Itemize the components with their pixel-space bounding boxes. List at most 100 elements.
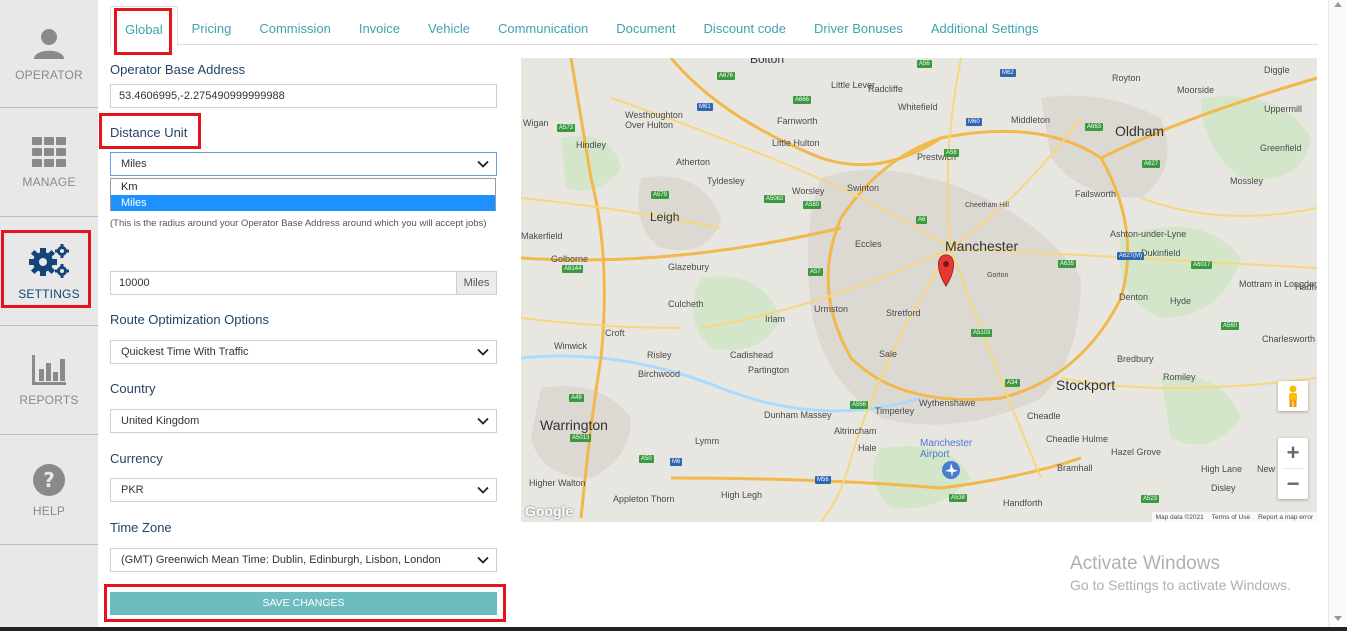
- option-km[interactable]: Km: [111, 179, 495, 195]
- tab-vehicle[interactable]: Vehicle: [414, 6, 484, 45]
- pegman-icon: [1289, 385, 1297, 407]
- scroll-up-icon[interactable]: [1334, 2, 1342, 7]
- base-address-input[interactable]: 53.4606995,-2.275490999999988: [110, 84, 497, 108]
- map-view[interactable]: Bolton Little Lever Radcliffe Royton Moo…: [521, 58, 1317, 522]
- place-label: Over Hulton: [625, 120, 674, 130]
- place-label: Tyldesley: [707, 176, 745, 186]
- bar-chart-icon: [32, 354, 66, 385]
- road-label: A627: [1142, 160, 1161, 168]
- radius-unit-addon: Miles: [456, 271, 497, 295]
- page-scrollbar[interactable]: [1328, 0, 1347, 631]
- svg-text:?: ?: [43, 468, 55, 492]
- option-miles[interactable]: Miles: [111, 195, 495, 211]
- place-label: Farnworth: [777, 116, 818, 126]
- zoom-in-button[interactable]: +: [1278, 438, 1308, 468]
- tab-communication[interactable]: Communication: [484, 6, 602, 45]
- country-label: Country: [110, 381, 156, 396]
- road-label: A627(M): [1117, 252, 1145, 260]
- map-attribution: Map data ©2021 Terms of Use Report a map…: [1151, 512, 1317, 522]
- tab-global[interactable]: Global: [110, 6, 178, 46]
- road-label: A579: [651, 191, 670, 199]
- sidebar-item-operator[interactable]: OPERATOR: [0, 0, 98, 108]
- tab-pricing[interactable]: Pricing: [178, 6, 246, 45]
- road-label: A6144: [562, 265, 584, 273]
- distance-unit-label: Distance Unit: [110, 125, 188, 140]
- report-error-link[interactable]: Report a map error: [1258, 514, 1313, 521]
- distance-unit-select[interactable]: Miles: [110, 152, 497, 176]
- place-label: Gorton: [987, 272, 1009, 279]
- road-label: A50: [639, 455, 654, 463]
- place-label: Uppermill: [1264, 104, 1303, 114]
- main-content: Global Pricing Commission Invoice Vehicl…: [98, 0, 1328, 631]
- country-select[interactable]: United Kingdom: [110, 409, 497, 433]
- sidebar-item-label: OPERATOR: [15, 67, 83, 82]
- road-label: M6: [670, 458, 683, 466]
- road-label: M61: [697, 103, 713, 111]
- sidebar-item-label: MANAGE: [22, 174, 76, 189]
- windows-watermark: Activate Windows Go to Settings to activ…: [1070, 553, 1291, 593]
- app-root: OPERATOR MANAGE SETTINGS REPORTS ? HELP …: [0, 0, 1347, 631]
- place-label: Hadfield: [1295, 282, 1317, 292]
- road-label: A58: [944, 149, 959, 157]
- country-value: United Kingdom: [121, 415, 200, 427]
- place-label: Leigh: [650, 210, 680, 224]
- place-label: Atherton: [676, 157, 711, 167]
- place-label: Westhoughton: [625, 110, 683, 120]
- road-label: A580: [803, 201, 822, 209]
- tab-discount-code[interactable]: Discount code: [690, 6, 800, 45]
- distance-unit-dropdown: Km Miles: [110, 178, 496, 211]
- route-opt-label: Route Optimization Options: [110, 312, 269, 327]
- place-label: High Legh: [721, 490, 763, 500]
- place-label: Handforth: [1003, 498, 1043, 508]
- tab-invoice[interactable]: Invoice: [345, 6, 414, 45]
- scroll-down-icon[interactable]: [1334, 616, 1342, 621]
- place-label-major: Manchester: [945, 238, 1019, 254]
- timezone-select[interactable]: (GMT) Greenwich Mean Time: Dublin, Edinb…: [110, 548, 497, 572]
- place-label: Charlesworth: [1262, 334, 1316, 344]
- place-label: Lymm: [695, 436, 720, 446]
- place-label: Glazebury: [668, 262, 710, 272]
- tab-document[interactable]: Document: [602, 6, 689, 45]
- bottom-edge: [0, 627, 1347, 631]
- sidebar-item-manage[interactable]: MANAGE: [0, 109, 98, 217]
- road-label: M62: [1000, 69, 1016, 77]
- sidebar-item-settings[interactable]: SETTINGS: [0, 218, 98, 326]
- place-label: Golborne: [551, 254, 589, 264]
- place-label: Mossley: [1230, 176, 1264, 186]
- tab-commission[interactable]: Commission: [245, 6, 345, 45]
- sidebar: OPERATOR MANAGE SETTINGS REPORTS ? HELP: [0, 0, 98, 631]
- place-label: Failsworth: [1075, 189, 1117, 199]
- radius-input[interactable]: 10000: [110, 271, 457, 295]
- sidebar-item-label: SETTINGS: [18, 286, 80, 301]
- road-label: A573: [557, 124, 576, 132]
- place-label-airport: Manchester Airport: [920, 438, 973, 460]
- place-label: Disley: [1211, 483, 1236, 493]
- route-opt-select[interactable]: Quickest Time With Traffic: [110, 340, 497, 364]
- watermark-title: Activate Windows: [1070, 553, 1220, 574]
- place-label: Hazel Grove: [1111, 447, 1162, 457]
- place-label: Whitefield: [898, 102, 938, 112]
- place-label: Culcheth: [668, 299, 704, 309]
- sidebar-item-help[interactable]: ? HELP: [0, 437, 98, 545]
- place-label: Hyde: [1170, 296, 1192, 306]
- gears-icon: [28, 243, 70, 279]
- terms-link[interactable]: Terms of Use: [1212, 514, 1250, 521]
- place-label: Urmston: [814, 304, 849, 314]
- save-changes-button[interactable]: SAVE CHANGES: [110, 592, 497, 615]
- road-label: A560: [1221, 322, 1240, 330]
- user-icon: [32, 26, 66, 60]
- watermark-subtitle: Go to Settings to activate Windows.: [1070, 577, 1291, 593]
- sidebar-item-reports[interactable]: REPORTS: [0, 327, 98, 435]
- tab-additional-settings[interactable]: Additional Settings: [917, 6, 1053, 45]
- place-label: Cheadle: [1027, 411, 1061, 421]
- tab-driver-bonuses[interactable]: Driver Bonuses: [800, 6, 917, 45]
- street-view-button[interactable]: [1278, 381, 1308, 411]
- base-address-label: Operator Base Address: [110, 62, 246, 77]
- zoom-out-button[interactable]: −: [1278, 469, 1308, 499]
- place-label: Partington: [748, 365, 790, 375]
- currency-select[interactable]: PKR: [110, 478, 497, 502]
- place-label: High Lane: [1201, 464, 1243, 474]
- place-label-major: Warrington: [540, 417, 608, 433]
- road-label: A56: [917, 60, 932, 68]
- chevron-down-icon: [477, 348, 489, 356]
